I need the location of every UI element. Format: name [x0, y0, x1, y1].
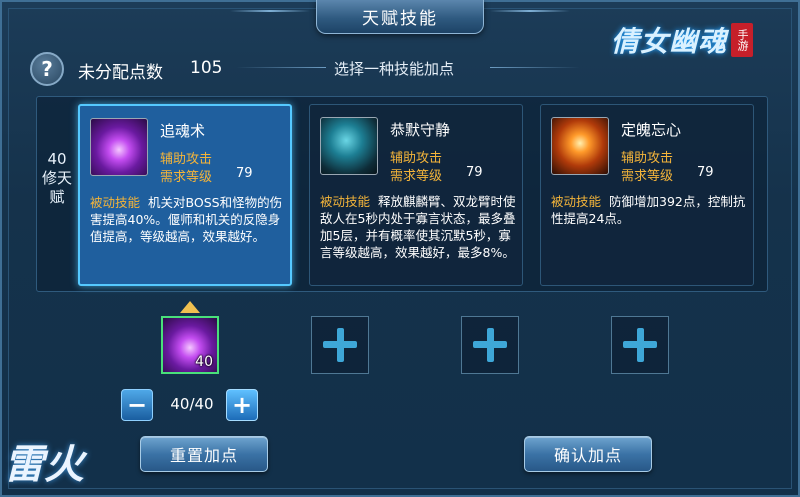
talent-slot-1[interactable]: 40	[161, 316, 219, 374]
skill-type: 辅助攻击	[160, 152, 213, 167]
skill-name: 追魂术	[160, 122, 206, 140]
question-mark-icon: ?	[41, 57, 53, 81]
confirm-points-button[interactable]: 确认加点	[524, 436, 652, 472]
talent-slot-2[interactable]	[311, 316, 369, 374]
divider-right	[490, 67, 580, 68]
reset-points-button[interactable]: 重置加点	[140, 436, 268, 472]
decrease-points-button[interactable]: −	[121, 389, 153, 421]
skill-description: 被动技能 释放麒麟臂、双龙臂时使敌人在5秒内处于寡言状态，最多叠加5层，并有概率使…	[320, 193, 516, 261]
skill-req-label: 需求等级	[621, 169, 674, 184]
tier-label: 40修天赋	[42, 150, 73, 206]
plus-icon	[473, 328, 507, 362]
skill-req-label: 需求等级	[160, 170, 213, 185]
skill-req-value: 79	[236, 166, 253, 181]
skill-req-label: 需求等级	[390, 169, 443, 184]
slot-count: 40	[195, 354, 213, 370]
help-button[interactable]: ?	[30, 52, 64, 86]
divider-left	[236, 67, 326, 68]
unassigned-points-label: 未分配点数	[78, 63, 163, 83]
glowing-hands-icon	[551, 117, 609, 175]
skill-description: 被动技能 机关对BOSS和怪物的伤害提高40%。偃师和机关的反隐身值提高，等级越高…	[90, 194, 286, 245]
title-ornament-right	[490, 10, 570, 12]
game-logo: 倩女幽魂 手游	[611, 14, 786, 66]
plus-icon	[623, 328, 657, 362]
skill-req-value: 79	[466, 165, 483, 180]
skill-name: 定魄忘心	[621, 121, 682, 139]
logo-text: 倩女幽魂	[611, 25, 728, 58]
title-ornament-left	[230, 10, 310, 12]
skill-desc-tag: 被动技能	[320, 194, 371, 209]
skill-desc-tag: 被动技能	[551, 194, 602, 209]
skill-description: 被动技能 防御增加392点，控制抗性提高24点。	[551, 193, 747, 227]
skill-card-gongmoshoujing[interactable]: 恭默守静 辅助攻击 需求等级 79 被动技能 释放麒麟臂、双龙臂时使敌人在5秒内处…	[309, 104, 523, 286]
talent-slot-3[interactable]	[461, 316, 519, 374]
selected-slot-indicator-icon	[180, 301, 200, 313]
window-title: 天赋技能	[316, 0, 484, 34]
skill-req-value: 79	[697, 165, 714, 180]
skill-type: 辅助攻击	[621, 151, 674, 166]
choose-skill-hint: 选择一种技能加点	[334, 60, 455, 78]
points-stepper-value: 40/40	[170, 395, 214, 413]
minus-icon: −	[126, 391, 148, 419]
silence-figure-icon	[320, 117, 378, 175]
increase-points-button[interactable]: +	[226, 389, 258, 421]
logo-seal: 手游	[731, 23, 754, 57]
skill-card-dingpowangxin[interactable]: 定魄忘心 辅助攻击 需求等级 79 被动技能 防御增加392点，控制抗性提高24点…	[540, 104, 754, 286]
skill-name: 恭默守静	[390, 121, 451, 139]
skill-card-zhuihunshu[interactable]: 追魂术 辅助攻击 需求等级 79 被动技能 机关对BOSS和怪物的伤害提高40%。…	[78, 104, 292, 286]
skill-desc-tag: 被动技能	[90, 195, 141, 210]
purple-vortex-icon	[90, 118, 148, 176]
plus-icon: +	[231, 391, 253, 419]
studio-watermark-logo: 雷火	[4, 441, 84, 488]
talent-slot-4[interactable]	[611, 316, 669, 374]
skill-type: 辅助攻击	[390, 151, 443, 166]
unassigned-points-value: 105	[190, 58, 223, 78]
plus-icon	[323, 328, 357, 362]
